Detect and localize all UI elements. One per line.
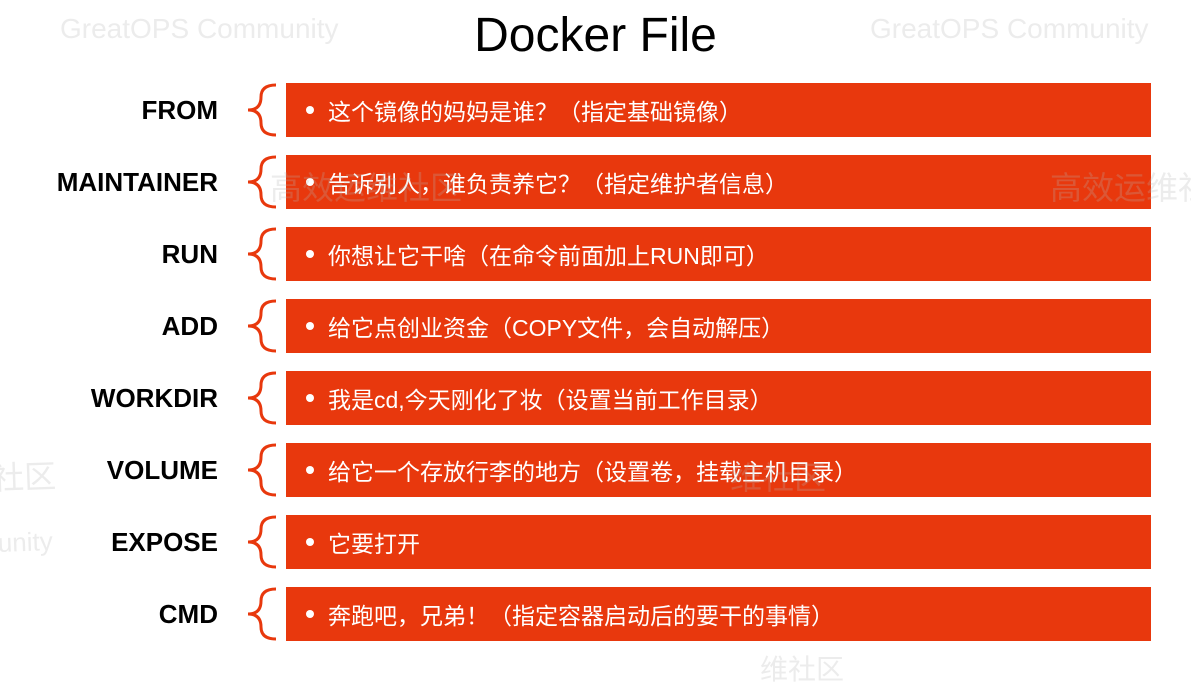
diagram-row: EXPOSE 它要打开 [0, 515, 1171, 569]
description-text: 给它点创业资金（COPY文件，会自动解压） [328, 309, 784, 343]
diagram-row: ADD 给它点创业资金（COPY文件，会自动解压） [0, 299, 1171, 353]
brace-icon [226, 443, 286, 497]
description-text: 给它一个存放行李的地方（设置卷，挂载主机目录） [328, 453, 857, 487]
diagram-row: CMD 奔跑吧，兄弟！（指定容器启动后的要干的事情） [0, 587, 1171, 641]
command-label: MAINTAINER [0, 167, 226, 198]
command-label: CMD [0, 599, 226, 630]
bullet-icon [306, 538, 314, 546]
command-label: VOLUME [0, 455, 226, 486]
command-description: 这个镜像的妈妈是谁？（指定基础镜像） [286, 83, 1151, 137]
brace-icon [226, 371, 286, 425]
command-description: 我是cd,今天刚化了妆（设置当前工作目录） [286, 371, 1151, 425]
bullet-icon [306, 250, 314, 258]
bullet-icon [306, 466, 314, 474]
command-label: ADD [0, 311, 226, 342]
bullet-icon [306, 394, 314, 402]
diagram-row: WORKDIR 我是cd,今天刚化了妆（设置当前工作目录） [0, 371, 1171, 425]
bullet-icon [306, 106, 314, 114]
bullet-icon [306, 178, 314, 186]
command-description: 给它一个存放行李的地方（设置卷，挂载主机目录） [286, 443, 1151, 497]
brace-icon [226, 587, 286, 641]
brace-icon [226, 299, 286, 353]
page-title: Docker File [0, 8, 1191, 63]
brace-icon [226, 515, 286, 569]
description-text: 奔跑吧，兄弟！（指定容器启动后的要干的事情） [328, 597, 834, 631]
bullet-icon [306, 322, 314, 330]
brace-icon [226, 155, 286, 209]
diagram-content: FROM 这个镜像的妈妈是谁？（指定基础镜像） MAINTAINER 告诉别人，… [0, 83, 1191, 641]
command-label: RUN [0, 239, 226, 270]
command-label: WORKDIR [0, 383, 226, 414]
bullet-icon [306, 610, 314, 618]
command-description: 你想让它干啥（在命令前面加上RUN即可） [286, 227, 1151, 281]
diagram-row: MAINTAINER 告诉别人，谁负责养它？（指定维护者信息） [0, 155, 1171, 209]
command-description: 奔跑吧，兄弟！（指定容器启动后的要干的事情） [286, 587, 1151, 641]
brace-icon [226, 227, 286, 281]
description-text: 我是cd,今天刚化了妆（设置当前工作目录） [328, 381, 773, 415]
command-label: EXPOSE [0, 527, 226, 558]
description-text: 这个镜像的妈妈是谁？（指定基础镜像） [328, 93, 742, 127]
diagram-row: VOLUME 给它一个存放行李的地方（设置卷，挂载主机目录） [0, 443, 1171, 497]
command-description: 告诉别人，谁负责养它？（指定维护者信息） [286, 155, 1151, 209]
command-description: 给它点创业资金（COPY文件，会自动解压） [286, 299, 1151, 353]
diagram-row: FROM 这个镜像的妈妈是谁？（指定基础镜像） [0, 83, 1171, 137]
brace-icon [226, 83, 286, 137]
description-text: 告诉别人，谁负责养它？（指定维护者信息） [328, 165, 788, 199]
diagram-row: RUN 你想让它干啥（在命令前面加上RUN即可） [0, 227, 1171, 281]
command-description: 它要打开 [286, 515, 1151, 569]
description-text: 它要打开 [328, 525, 420, 559]
description-text: 你想让它干啥（在命令前面加上RUN即可） [328, 237, 769, 271]
command-label: FROM [0, 95, 226, 126]
watermark: 维社区 [760, 648, 844, 688]
